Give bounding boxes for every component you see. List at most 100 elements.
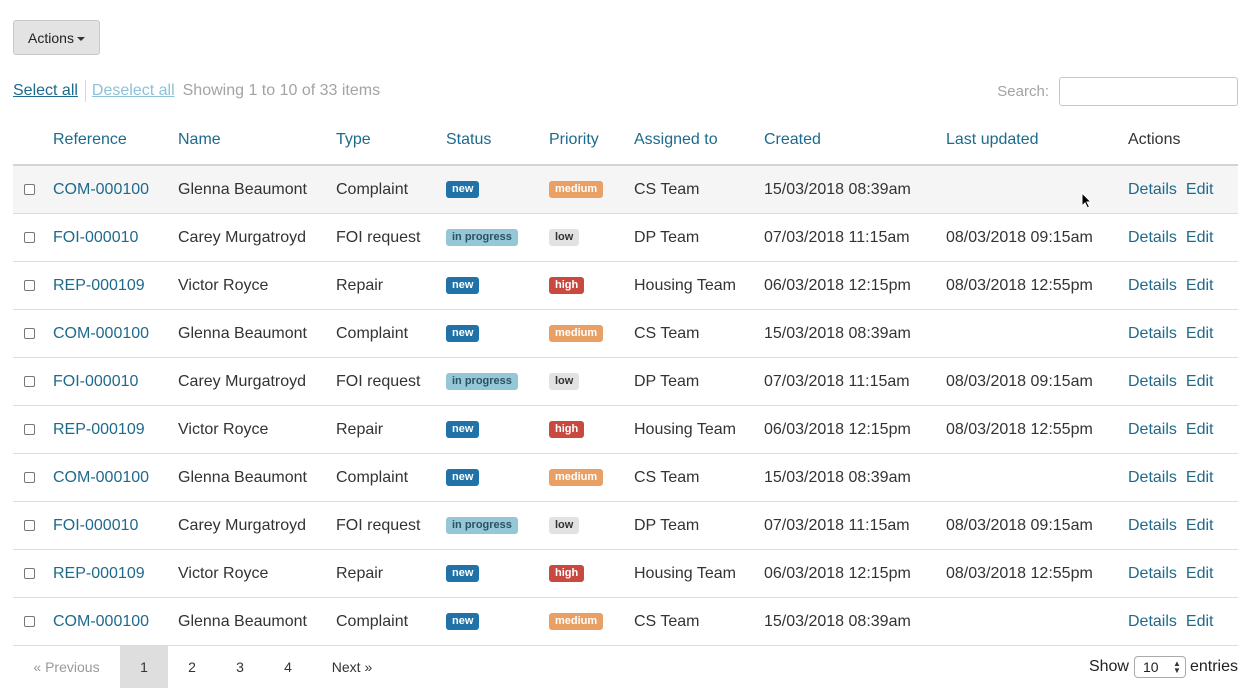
edit-link[interactable]: Edit (1186, 517, 1214, 534)
row-checkbox[interactable] (24, 616, 35, 627)
reference-link[interactable]: REP-000109 (53, 565, 145, 582)
search-label: Search: (997, 83, 1049, 100)
reference-cell: REP-000109 (53, 549, 178, 598)
name-cell: Glenna Beaumont (178, 453, 336, 502)
edit-link[interactable]: Edit (1186, 325, 1214, 342)
header-status[interactable]: Status (446, 116, 549, 166)
priority-cell: high (549, 405, 634, 454)
row-checkbox[interactable] (24, 184, 35, 195)
header-name[interactable]: Name (178, 116, 336, 166)
details-link[interactable]: Details (1128, 229, 1177, 246)
table-header-row: Reference Name Type Status Priority Assi… (13, 116, 1238, 166)
actions-dropdown-button[interactable]: Actions (13, 20, 100, 55)
actions-cell: Details Edit (1128, 261, 1238, 310)
header-priority[interactable]: Priority (549, 116, 634, 166)
edit-link[interactable]: Edit (1186, 421, 1214, 438)
header-last-updated[interactable]: Last updated (946, 116, 1128, 166)
row-checkbox[interactable] (24, 328, 35, 339)
status-cell: new (446, 165, 549, 214)
reference-link[interactable]: REP-000109 (53, 277, 145, 294)
search-input[interactable] (1059, 77, 1238, 106)
edit-link[interactable]: Edit (1186, 565, 1214, 582)
reference-link[interactable]: COM-000100 (53, 613, 149, 630)
row-select-cell (13, 261, 53, 310)
row-select-cell (13, 549, 53, 598)
table-row: REP-000109 Victor Royce Repair new high Housi… (13, 549, 1238, 598)
details-link[interactable]: Details (1128, 277, 1177, 294)
deselect-all-link[interactable]: Deselect all (92, 82, 175, 100)
pagination-page-4[interactable]: 4 (264, 646, 312, 688)
created-cell: 07/03/2018 11:15am (764, 213, 946, 262)
details-link[interactable]: Details (1128, 517, 1177, 534)
row-checkbox[interactable] (24, 472, 35, 483)
created-cell: 06/03/2018 12:15pm (764, 405, 946, 454)
reference-link[interactable]: REP-000109 (53, 421, 145, 438)
details-link[interactable]: Details (1128, 325, 1177, 342)
details-link[interactable]: Details (1128, 421, 1177, 438)
pagination-page-2[interactable]: 2 (168, 646, 216, 688)
header-assigned-to[interactable]: Assigned to (634, 116, 764, 166)
pagination-next[interactable]: Next » (317, 646, 387, 688)
status-cell: new (446, 405, 549, 454)
details-link[interactable]: Details (1128, 181, 1177, 198)
items-table: Reference Name Type Status Priority Assi… (13, 116, 1238, 646)
status-cell: new (446, 453, 549, 502)
details-link[interactable]: Details (1128, 373, 1177, 390)
row-checkbox[interactable] (24, 424, 35, 435)
type-cell: FOI request (336, 213, 446, 262)
updated-cell (946, 309, 1128, 358)
type-cell: Complaint (336, 597, 446, 646)
header-created[interactable]: Created (764, 116, 946, 166)
reference-link[interactable]: FOI-000010 (53, 229, 138, 246)
updated-cell: 08/03/2018 09:15am (946, 501, 1128, 550)
assigned-cell: Housing Team (634, 405, 764, 454)
pagination-page-3[interactable]: 3 (216, 646, 264, 688)
row-select-cell (13, 453, 53, 502)
reference-link[interactable]: FOI-000010 (53, 517, 138, 534)
created-cell: 06/03/2018 12:15pm (764, 549, 946, 598)
pagination-previous[interactable]: « Previous (13, 646, 120, 688)
pagination-page-1[interactable]: 1 (120, 646, 168, 688)
type-cell: FOI request (336, 357, 446, 406)
edit-link[interactable]: Edit (1186, 229, 1214, 246)
details-link[interactable]: Details (1128, 469, 1177, 486)
priority-badge: high (549, 421, 585, 438)
status-badge: new (446, 277, 480, 294)
created-cell: 15/03/2018 08:39am (764, 165, 946, 214)
edit-link[interactable]: Edit (1186, 181, 1214, 198)
priority-cell: medium (549, 597, 634, 646)
assigned-cell: CS Team (634, 453, 764, 502)
updated-cell: 08/03/2018 09:15am (946, 357, 1128, 406)
header-type[interactable]: Type (336, 116, 446, 166)
details-link[interactable]: Details (1128, 613, 1177, 630)
status-cell: new (446, 261, 549, 310)
actions-cell: Details Edit (1128, 165, 1238, 214)
name-cell: Victor Royce (178, 261, 336, 310)
edit-link[interactable]: Edit (1186, 277, 1214, 294)
assigned-cell: CS Team (634, 597, 764, 646)
row-checkbox[interactable] (24, 520, 35, 531)
name-cell: Glenna Beaumont (178, 165, 336, 214)
status-badge: new (446, 613, 480, 630)
select-all-link[interactable]: Select all (13, 82, 78, 100)
updated-cell: 08/03/2018 12:55pm (946, 405, 1128, 454)
entries-select[interactable]: 10 ▲ ▼ (1133, 656, 1186, 678)
reference-link[interactable]: FOI-000010 (53, 373, 138, 390)
row-checkbox[interactable] (24, 280, 35, 291)
pagination: « Previous 1 2 3 4 Next » (13, 646, 387, 688)
row-checkbox[interactable] (24, 568, 35, 579)
edit-link[interactable]: Edit (1186, 613, 1214, 630)
row-checkbox[interactable] (24, 376, 35, 387)
created-cell: 06/03/2018 12:15pm (764, 261, 946, 310)
details-link[interactable]: Details (1128, 565, 1177, 582)
mouse-pointer-icon (1081, 192, 1092, 209)
row-checkbox[interactable] (24, 232, 35, 243)
header-reference[interactable]: Reference (53, 116, 178, 166)
edit-link[interactable]: Edit (1186, 373, 1214, 390)
priority-cell: medium (549, 309, 634, 358)
type-cell: Complaint (336, 165, 446, 214)
reference-link[interactable]: COM-000100 (53, 181, 149, 198)
edit-link[interactable]: Edit (1186, 469, 1214, 486)
reference-link[interactable]: COM-000100 (53, 469, 149, 486)
reference-link[interactable]: COM-000100 (53, 325, 149, 342)
